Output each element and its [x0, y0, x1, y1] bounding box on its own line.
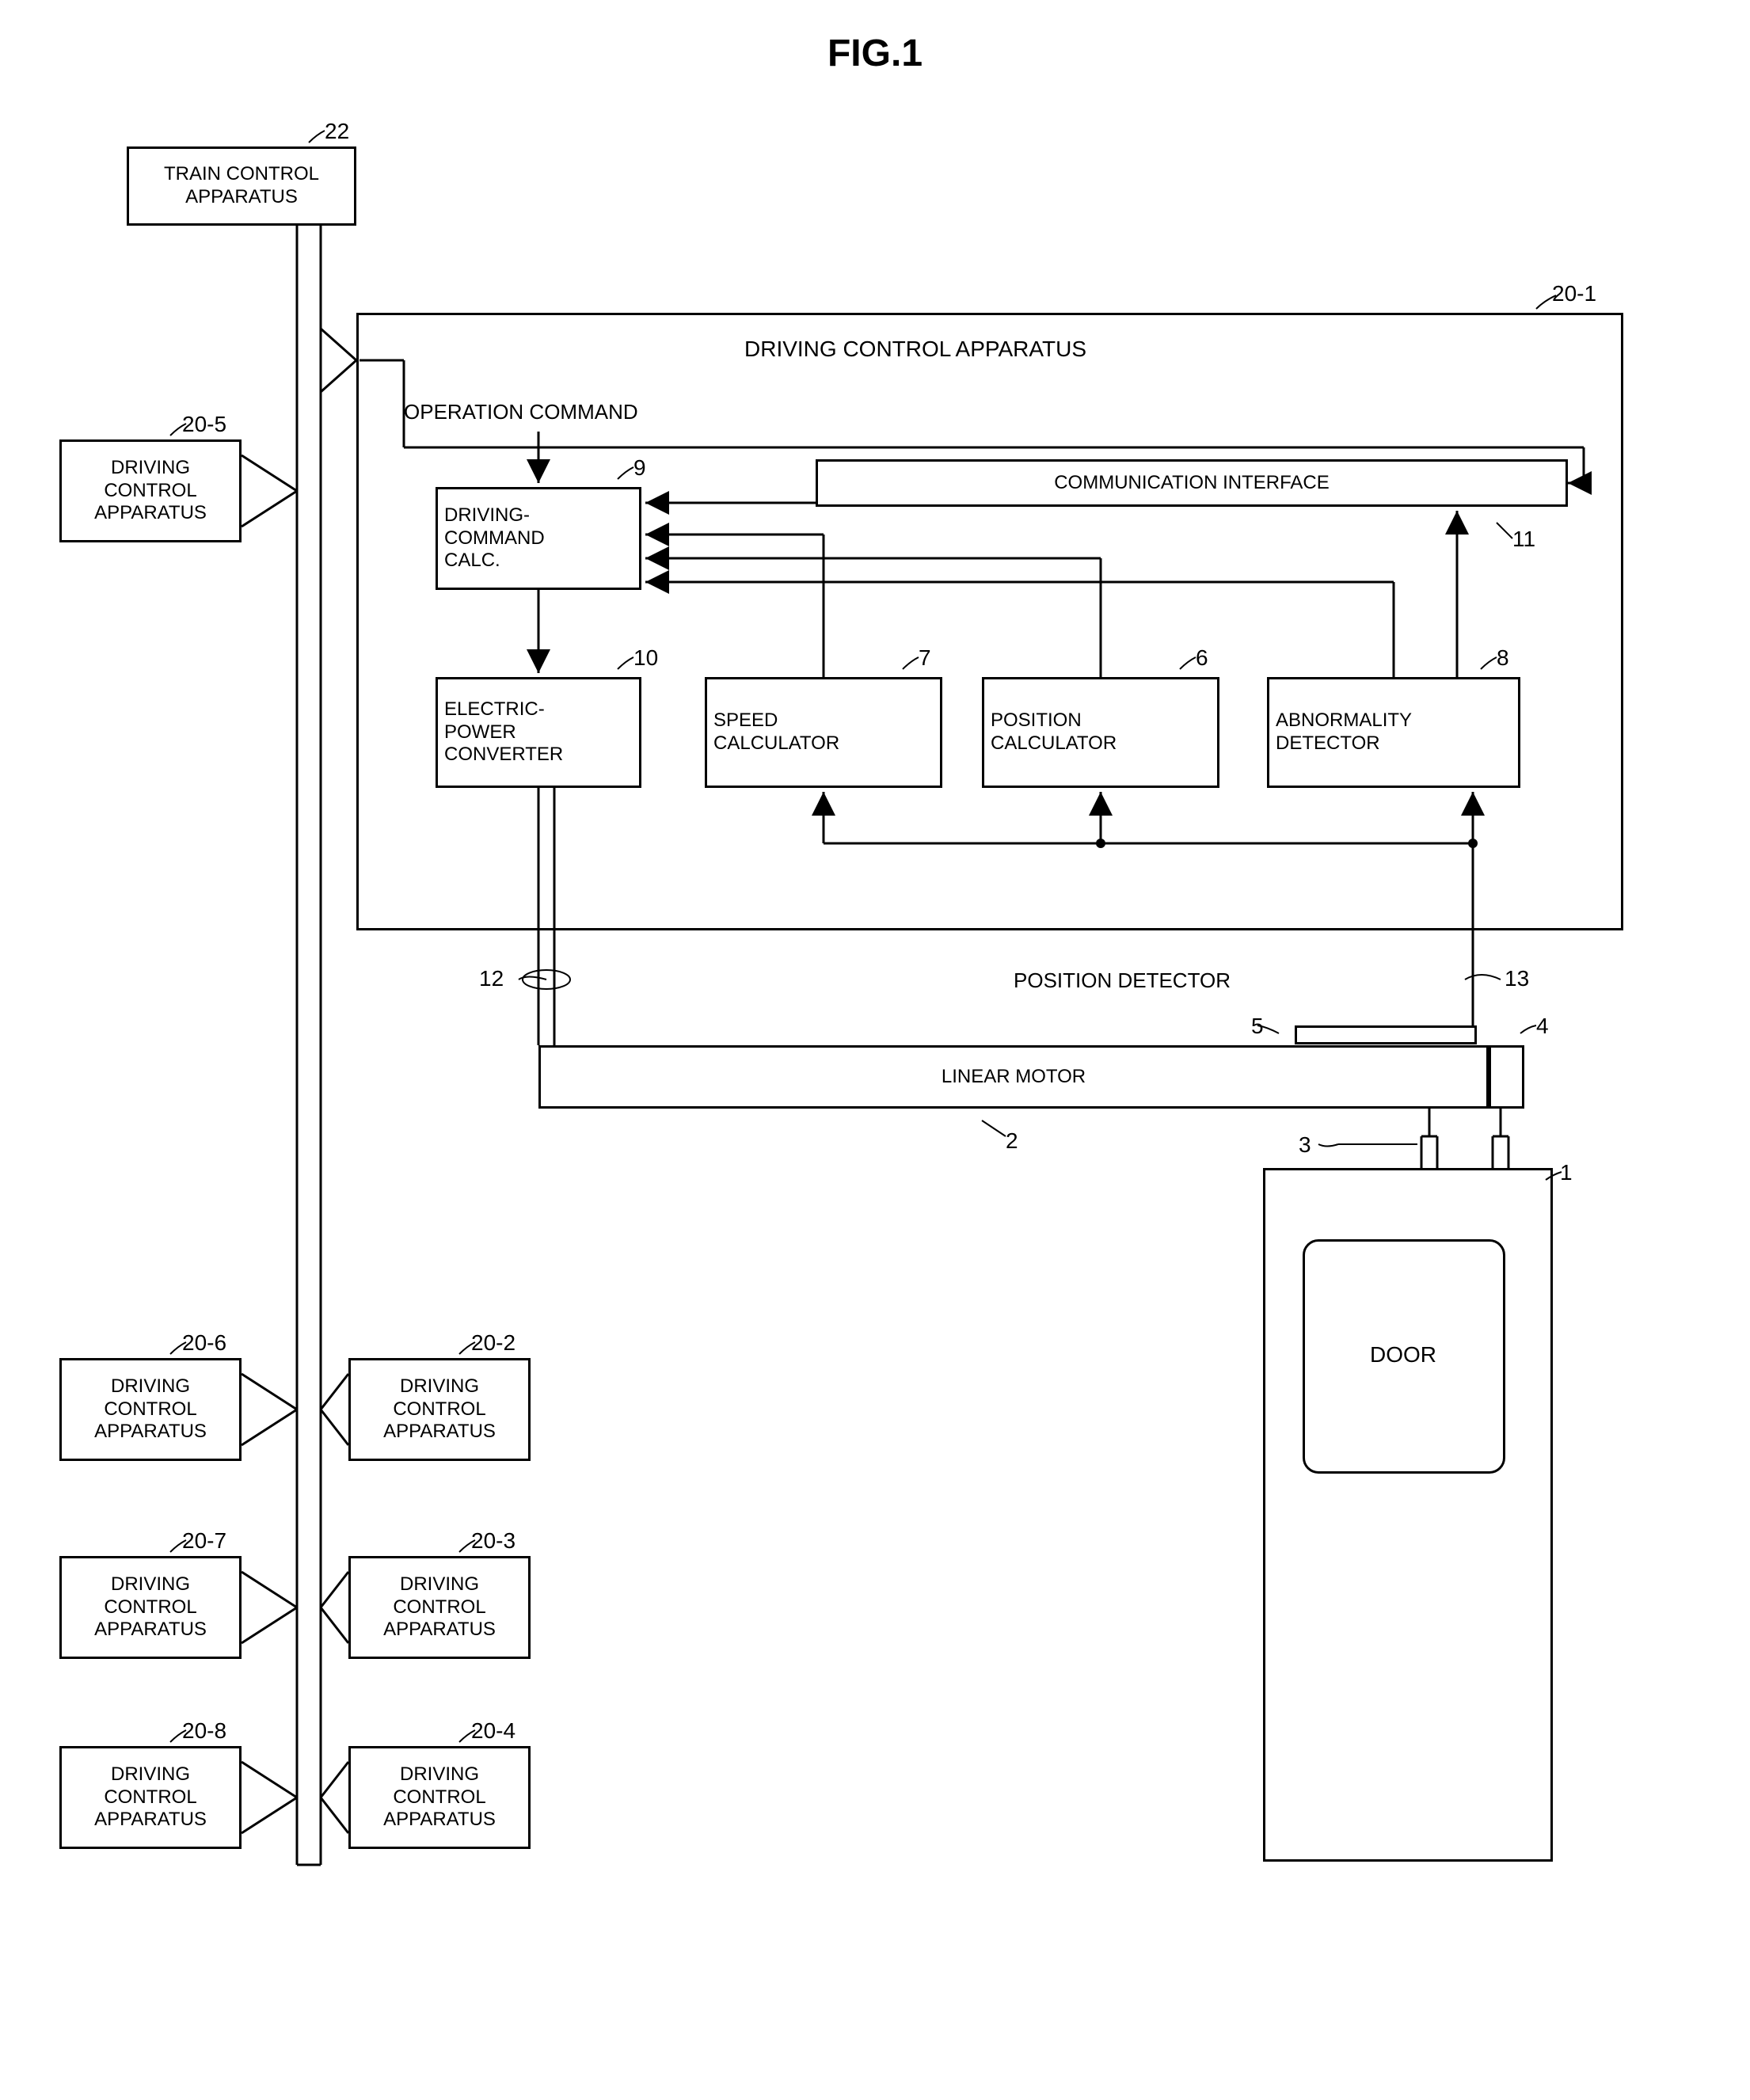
figure-title: FIG.1 — [32, 32, 1718, 75]
diagram-container: TRAIN CONTROL APPARATUS 22 DRIVING CONTR… — [32, 99, 1695, 1999]
connections-svg — [32, 99, 1695, 1999]
